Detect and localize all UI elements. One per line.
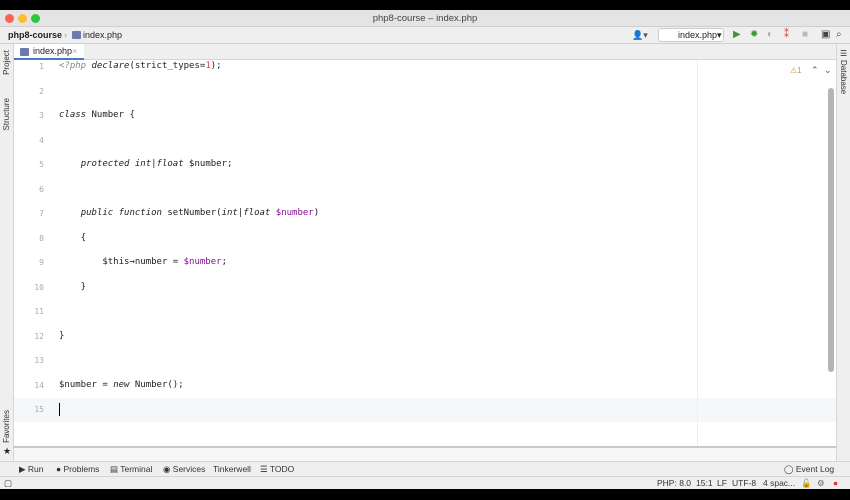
warning-count: 1 — [797, 66, 802, 75]
user-icon[interactable]: 👤▾ — [632, 27, 648, 43]
line-number: 12 — [34, 331, 44, 341]
right-tool-strip: ☰ Database — [836, 44, 850, 476]
line-number: 15 — [34, 405, 44, 414]
line-number: 11 — [34, 307, 44, 316]
file-encoding[interactable]: UTF-8 — [732, 477, 756, 489]
structure-tool-tab[interactable]: Structure — [2, 98, 11, 130]
indent-setting[interactable]: 4 spac... — [763, 477, 795, 489]
vertical-scrollbar[interactable] — [828, 88, 834, 372]
code-line: } — [59, 281, 87, 292]
event-log-button[interactable]: ◯ Event Log — [784, 462, 834, 476]
line-number: 10 — [34, 282, 44, 292]
line-number: 6 — [39, 184, 44, 194]
code-line: class Number { — [59, 110, 135, 120]
line-number: 5 — [39, 160, 44, 169]
star-icon: ★ — [3, 446, 12, 456]
breadcrumb-file[interactable]: index.php — [83, 27, 122, 43]
next-highlight-icon[interactable]: ⌄ — [824, 65, 832, 76]
line-number: 3 — [39, 111, 44, 120]
stop-icon[interactable]: ■ — [802, 27, 808, 43]
lock-icon[interactable]: 🔓 — [801, 477, 812, 489]
todo-tool-button[interactable]: ☰ TODO — [260, 462, 294, 476]
database-icon: ☰ — [840, 49, 848, 58]
caret-position[interactable]: 15:1 — [696, 477, 713, 489]
warning-indicator[interactable]: ⚠1 — [790, 66, 802, 75]
code-editor[interactable]: 1 <?php declare(strict_types=1); 2 3 class N… — [14, 60, 836, 446]
line-number: 8 — [39, 233, 44, 243]
line-number: 13 — [34, 356, 44, 365]
toggle-tool-windows-icon[interactable]: ▢ — [4, 477, 12, 489]
code-line: protected int|float $number; — [80, 159, 233, 169]
code-line: { — [59, 232, 87, 243]
tab-label: index.php — [33, 46, 73, 56]
error-icon[interactable]: ● — [833, 477, 838, 489]
current-line-highlight — [14, 398, 836, 422]
debug-icon[interactable]: ✹ — [750, 27, 758, 43]
left-tool-strip: Project Structure Favorites ★ — [0, 44, 14, 476]
coverage-icon[interactable]: ◐ — [767, 27, 773, 43]
minimize-window-button[interactable] — [18, 14, 27, 23]
services-tool-button[interactable]: ◉ Services — [163, 462, 205, 476]
tinkerwell-tool-button[interactable]: Tinkerwell — [213, 462, 251, 476]
line-number: 7 — [39, 209, 44, 218]
breadcrumb-project[interactable]: php8-course — [8, 27, 62, 43]
run-config-select[interactable]: index.php▾ — [658, 28, 724, 42]
right-margin-guide — [697, 60, 698, 446]
window-title: php8-course – index.php — [372, 13, 478, 24]
code-line: public function setNumber(int|float $num… — [80, 208, 320, 218]
line-number: 14 — [34, 380, 44, 390]
code-line: } — [59, 330, 65, 341]
prev-highlight-icon[interactable]: ⌃ — [811, 65, 819, 76]
code-line: <?php declare(strict_types=1); — [59, 61, 222, 71]
favorites-tool-tab[interactable]: Favorites — [2, 410, 11, 443]
layout-icon[interactable]: ▣ — [821, 27, 830, 43]
php-file-icon — [20, 48, 29, 56]
tool-window-bar: ▶ Run ● Problems ▤ Terminal ◉ Services T… — [0, 461, 850, 476]
navigation-bar: php8-course › index.php 👤▾ index.php▾ ▶ … — [0, 27, 850, 44]
code-line: $this→number = $number; — [59, 257, 227, 267]
text-cursor — [59, 403, 60, 416]
status-bar: ▢ PHP: 8.0 15:1 LF UTF-8 4 spac... 🔓 ⚙ ● — [0, 476, 850, 489]
line-number: 1 — [39, 62, 44, 71]
tab-index-php[interactable]: index.php × — [14, 44, 84, 60]
project-tool-tab[interactable]: Project — [2, 50, 11, 75]
line-number: 9 — [39, 258, 44, 267]
code-line: $number = new Number(); — [59, 379, 184, 390]
line-number: 2 — [39, 86, 44, 96]
close-window-button[interactable] — [5, 14, 14, 23]
close-tab-icon[interactable]: × — [72, 44, 77, 59]
php-version[interactable]: PHP: 8.0 — [657, 477, 691, 489]
profile-icon[interactable]: ⁑ — [784, 27, 789, 43]
horizontal-scroll-area — [14, 446, 836, 461]
run-icon[interactable]: ▶ — [733, 27, 741, 43]
terminal-tool-button[interactable]: ▤ Terminal — [110, 462, 152, 476]
search-icon[interactable]: ⌕ — [836, 27, 842, 43]
editor-tabs: index.php × — [14, 44, 836, 60]
database-tool-tab[interactable]: Database — [839, 60, 848, 94]
title-bar: php8-course – index.php — [0, 10, 850, 27]
maximize-window-button[interactable] — [31, 14, 40, 23]
php-file-icon — [72, 31, 81, 39]
line-number: 4 — [39, 135, 44, 145]
problems-tool-button[interactable]: ● Problems — [56, 462, 99, 476]
inspector-icon[interactable]: ⚙ — [817, 477, 825, 489]
line-separator[interactable]: LF — [717, 477, 727, 489]
run-tool-button[interactable]: ▶ Run — [19, 462, 44, 476]
breadcrumb-separator: › — [64, 30, 67, 40]
